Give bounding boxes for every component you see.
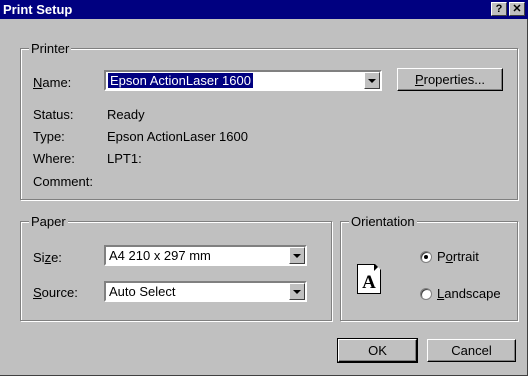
- paper-size-label: Size:: [33, 250, 62, 265]
- paper-source-label: Source:: [33, 285, 78, 300]
- status-value: Ready: [107, 107, 145, 122]
- page-letter: A: [362, 272, 376, 293]
- title-bar[interactable]: Print Setup ? ✕: [0, 0, 528, 19]
- close-icon: ✕: [512, 3, 522, 15]
- status-label: Status:: [33, 107, 74, 122]
- paper-size-select[interactable]: A4 210 x 297 mm: [104, 245, 307, 266]
- window-title: Print Setup: [3, 2, 73, 17]
- comment-label: Comment:: [33, 174, 93, 189]
- print-setup-dialog: Print Setup ? ✕ Printer Name: Epson Acti…: [0, 0, 528, 376]
- type-value: Epson ActionLaser 1600: [107, 129, 248, 144]
- printer-dropdown-arrow[interactable]: [364, 72, 380, 89]
- cancel-button[interactable]: Cancel: [427, 339, 516, 362]
- printer-name-label: Name:: [33, 75, 72, 90]
- paper-source-value: Auto Select: [109, 284, 176, 299]
- chevron-down-icon: [368, 78, 376, 83]
- chevron-down-icon: [293, 253, 301, 258]
- help-icon: ?: [495, 3, 503, 15]
- paper-size-dropdown-arrow[interactable]: [289, 247, 305, 264]
- printer-group-label: Printer: [29, 41, 72, 56]
- paper-size-value: A4 210 x 297 mm: [109, 248, 211, 263]
- landscape-label[interactable]: Landscape: [437, 286, 501, 301]
- type-label: Type:: [33, 129, 65, 144]
- help-button[interactable]: ?: [491, 2, 507, 16]
- portrait-radio[interactable]: [420, 251, 432, 263]
- paper-source-select[interactable]: Auto Select: [104, 281, 307, 302]
- paper-source-dropdown-arrow[interactable]: [289, 283, 305, 300]
- radio-selected-dot: [424, 255, 428, 259]
- printer-name-select[interactable]: Epson ActionLaser 1600: [104, 70, 382, 91]
- ok-button[interactable]: OK: [337, 338, 418, 363]
- properties-button[interactable]: Properties...: [397, 68, 503, 91]
- printer-name-value: Epson ActionLaser 1600: [107, 72, 254, 89]
- page-corner-fold: [375, 264, 381, 270]
- portrait-label[interactable]: Portrait: [437, 249, 479, 264]
- close-button[interactable]: ✕: [509, 2, 525, 16]
- chevron-down-icon: [293, 289, 301, 294]
- where-value: LPT1:: [107, 151, 142, 166]
- landscape-radio[interactable]: [420, 288, 432, 300]
- paper-group: Paper: [20, 214, 332, 321]
- where-label: Where:: [33, 151, 75, 166]
- paper-group-label: Paper: [29, 214, 68, 229]
- orientation-group-label: Orientation: [349, 214, 417, 229]
- portrait-page-icon: A: [357, 264, 381, 294]
